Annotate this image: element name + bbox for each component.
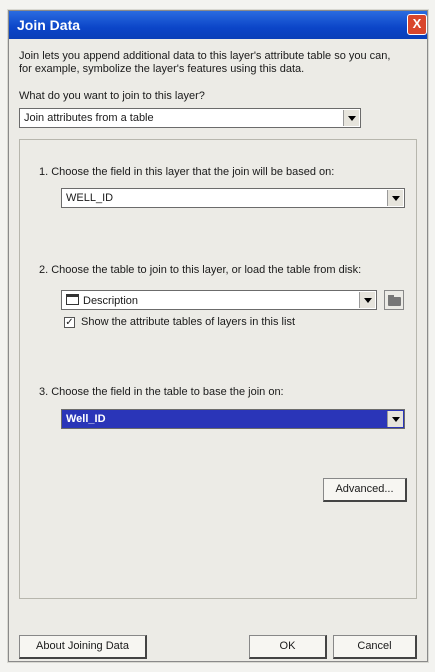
join-data-dialog: Join Data X Join lets you append additio… bbox=[8, 10, 428, 662]
step3-label: 3. Choose the field in the table to base… bbox=[39, 386, 284, 398]
title-bar[interactable]: Join Data X bbox=[9, 11, 427, 39]
advanced-button[interactable]: Advanced... bbox=[323, 478, 407, 502]
layer-field-dropdown[interactable]: WELL_ID bbox=[61, 188, 405, 208]
intro-text-line1: Join lets you append additional data to … bbox=[19, 50, 391, 62]
join-type-value: Join attributes from a table bbox=[24, 112, 154, 124]
chevron-down-icon[interactable] bbox=[343, 110, 359, 126]
close-icon: X bbox=[412, 16, 422, 31]
step2-label: 2. Choose the table to join to this laye… bbox=[39, 264, 362, 276]
show-layer-tables-checkbox[interactable]: ✓ bbox=[64, 317, 75, 328]
layer-field-value: WELL_ID bbox=[66, 192, 114, 204]
cancel-button[interactable]: Cancel bbox=[333, 635, 417, 659]
chevron-down-icon[interactable] bbox=[387, 190, 403, 206]
step1-label: 1. Choose the field in this layer that t… bbox=[39, 166, 335, 178]
table-field-dropdown[interactable]: Well_ID bbox=[61, 409, 405, 429]
join-table-name: Description bbox=[83, 295, 139, 307]
dialog-title: Join Data bbox=[17, 17, 81, 33]
ok-button[interactable]: OK bbox=[249, 635, 327, 659]
intro-text-line2: for example, symbolize the layer's featu… bbox=[19, 63, 305, 75]
join-question-label: What do you want to join to this layer? bbox=[19, 90, 205, 102]
close-button[interactable]: X bbox=[407, 14, 427, 35]
table-icon bbox=[66, 294, 79, 305]
join-options-group bbox=[19, 139, 417, 599]
open-folder-button[interactable] bbox=[384, 290, 404, 310]
join-type-dropdown[interactable]: Join attributes from a table bbox=[19, 108, 361, 128]
chevron-down-icon[interactable] bbox=[387, 411, 403, 427]
join-table-value: Description bbox=[66, 294, 138, 307]
table-field-value: Well_ID bbox=[66, 413, 106, 425]
join-table-dropdown[interactable]: Description bbox=[61, 290, 377, 310]
chevron-down-icon[interactable] bbox=[359, 292, 375, 308]
show-layer-tables-label: Show the attribute tables of layers in t… bbox=[81, 316, 295, 328]
about-joining-data-button[interactable]: About Joining Data bbox=[19, 635, 147, 659]
